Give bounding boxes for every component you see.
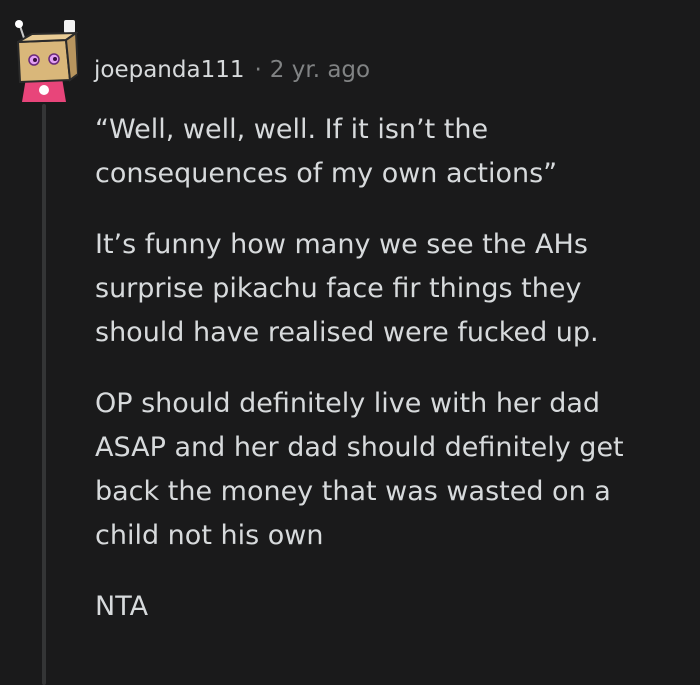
meta-separator: · bbox=[254, 57, 262, 83]
comment-paragraph: OP should definitely live with her dad A… bbox=[95, 388, 624, 551]
comment-author-link[interactable]: joepanda111 bbox=[94, 52, 244, 88]
comment-paragraph: NTA bbox=[95, 591, 149, 622]
comment-header: joepanda111 · 2 yr. ago bbox=[94, 52, 370, 88]
comment-timestamp[interactable]: 2 yr. ago bbox=[270, 52, 370, 88]
comment-paragraph: “Well, well, well. If it isn’t the conse… bbox=[95, 114, 558, 189]
comment-paragraph: It’s funny how many we see the AHs surpr… bbox=[95, 229, 599, 348]
comment-thread-line[interactable] bbox=[42, 104, 46, 685]
user-avatar[interactable] bbox=[10, 16, 80, 102]
box-head-avatar-icon bbox=[15, 20, 80, 102]
comment-body: “Well, well, well. If it isn’t the conse… bbox=[95, 108, 685, 656]
